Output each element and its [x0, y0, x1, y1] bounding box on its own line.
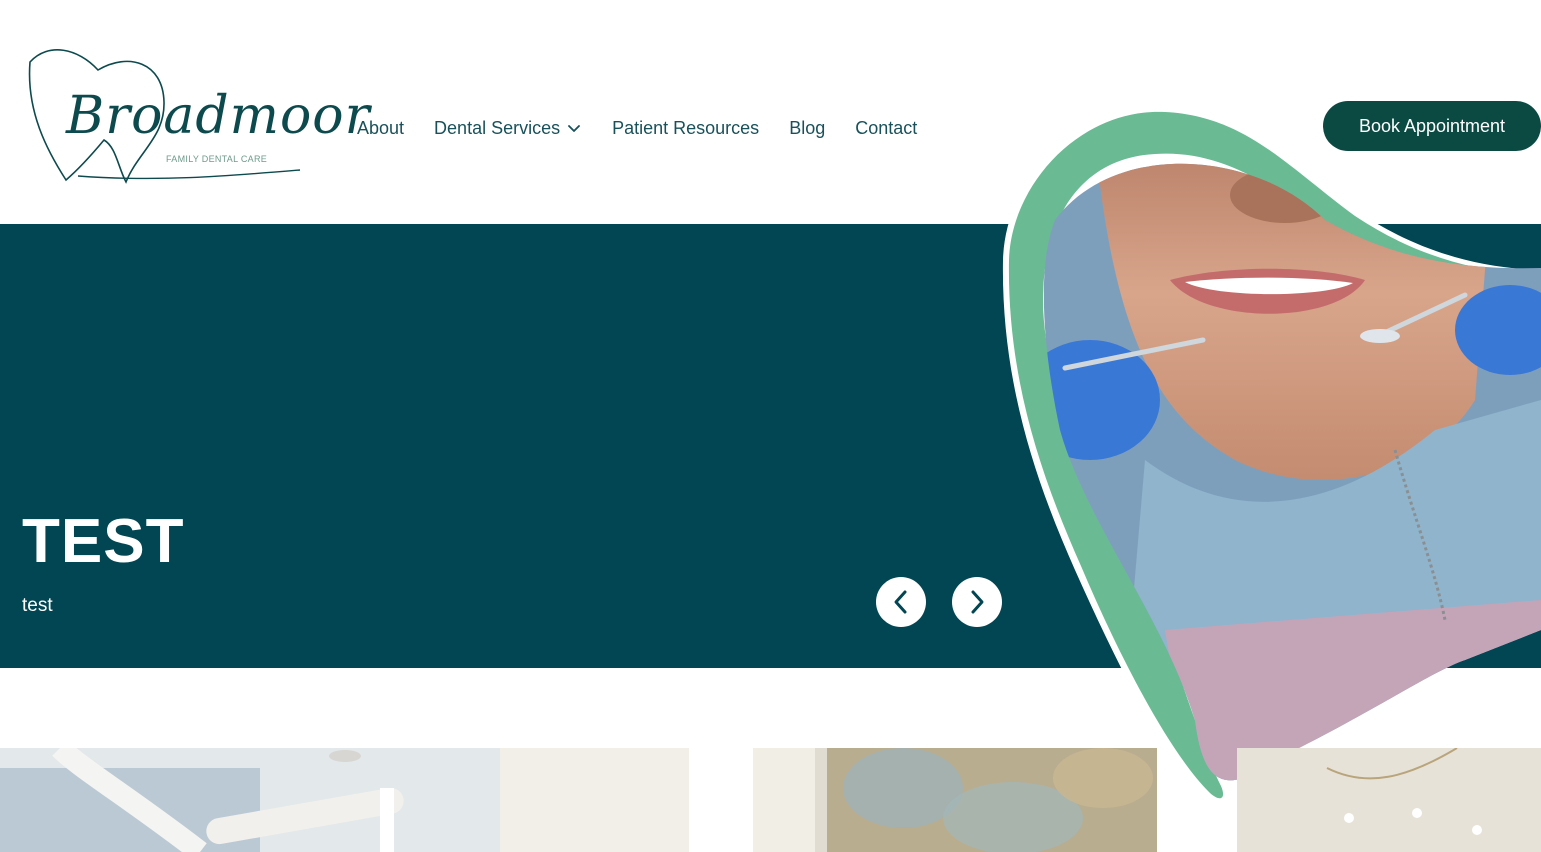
- office-wall-card[interactable]: [753, 748, 1157, 852]
- hero-photo: [995, 100, 1541, 810]
- chevron-left-icon: [894, 590, 907, 614]
- logo-tagline: FAMILY DENTAL CARE: [166, 154, 268, 164]
- smiling-patient-image: [1002, 105, 1541, 804]
- nav-about[interactable]: About: [357, 118, 404, 139]
- nav-dental-services[interactable]: Dental Services: [434, 118, 582, 139]
- office-photo-card[interactable]: [0, 748, 689, 852]
- logo-wordmark: Broadmoor: [66, 86, 371, 146]
- slider-prev-button[interactable]: [876, 577, 926, 627]
- chandelier-ceiling-image: [1237, 748, 1541, 852]
- chevron-right-icon: [971, 590, 984, 614]
- hero-subtitle: test: [22, 595, 53, 616]
- book-appointment-button[interactable]: Book Appointment: [1323, 101, 1541, 151]
- office-ceiling-card[interactable]: [1237, 748, 1541, 852]
- textured-wall-image: [753, 748, 1157, 852]
- nav-contact[interactable]: Contact: [855, 118, 917, 139]
- chevron-down-icon: [568, 124, 581, 132]
- dental-chair-image: [0, 748, 689, 852]
- nav-patient-resources[interactable]: Patient Resources: [612, 118, 759, 139]
- hero-title: TEST: [22, 507, 185, 576]
- main-navigation: About Dental Services Patient Resources …: [357, 118, 917, 139]
- nav-dental-services-label: Dental Services: [434, 118, 561, 138]
- nav-blog[interactable]: Blog: [789, 118, 825, 139]
- site-logo[interactable]: Broadmoor FAMILY DENTAL CARE: [18, 42, 369, 190]
